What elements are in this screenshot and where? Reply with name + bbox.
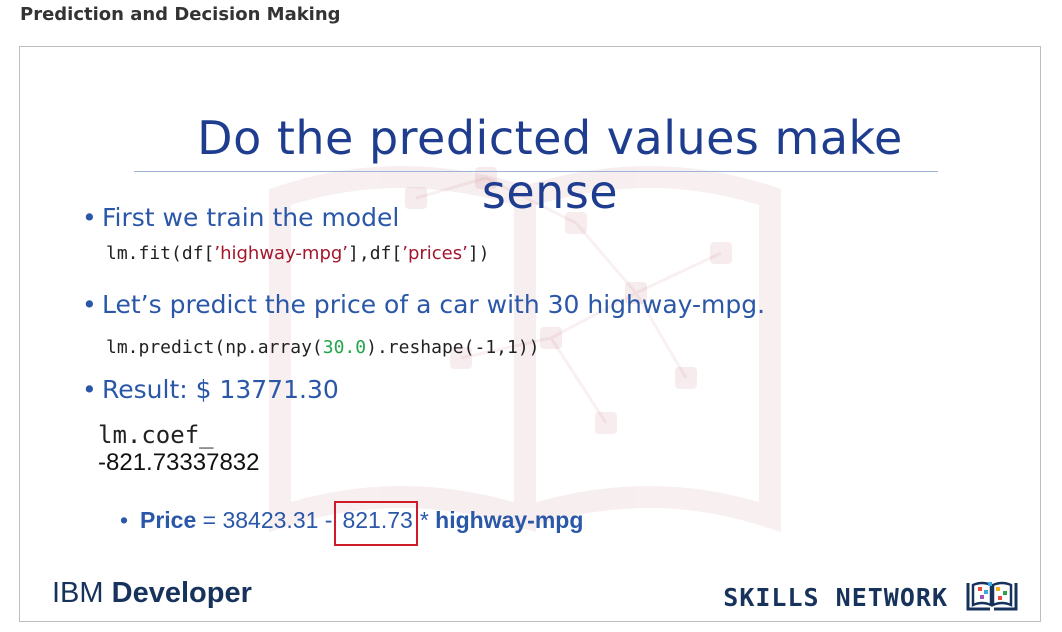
slide-frame: Do the predicted values make sense • Firs…: [19, 46, 1041, 622]
highlighted-coefficient: 821.73: [334, 501, 418, 546]
equation-price-label: Price: [140, 507, 197, 533]
code-fit-arg-highway: ’highway-mpg’: [214, 243, 349, 264]
bullet-text: First we train the model: [102, 203, 400, 232]
equation-times: *: [419, 507, 436, 533]
bullet-predict: • Let’s predict the price of a car with 3…: [82, 290, 765, 319]
ibm-developer-logo: IBM Developer: [52, 577, 252, 610]
bullet-result: • Result: $ 13771.30: [82, 375, 339, 404]
code-fit-prefix: lm.fit(df[: [106, 243, 215, 264]
coef-label: lm.coef_: [98, 421, 214, 449]
bullet-dot-icon: •: [82, 375, 97, 404]
developer-text: Developer: [111, 577, 252, 609]
code-fit-arg-prices: ’prices’: [402, 243, 468, 264]
coef-value: -821.73337832: [98, 449, 260, 476]
ibm-text: IBM: [52, 577, 104, 609]
equation-intercept: = 38423.31 -: [196, 507, 333, 533]
equation-variable: highway-mpg: [435, 507, 584, 533]
title-divider: [134, 171, 938, 172]
bullet-text: Let’s predict the price of a car with 30…: [102, 290, 766, 319]
code-fit-mid: ],df[: [348, 243, 403, 264]
skills-network-logo-icon: [966, 581, 1018, 611]
price-equation: • Price = 38423.31 - 821.73 * highway-mpg: [120, 501, 583, 546]
code-predict-prefix: lm.predict(np.array(: [106, 337, 323, 358]
bullet-dot-icon: •: [120, 507, 129, 533]
bullet-text: Result: $ 13771.30: [102, 375, 339, 404]
code-fit: lm.fit(df[’highway-mpg’],df[’prices’]): [106, 243, 490, 264]
code-predict-suffix: ).reshape(-1,1)): [366, 337, 540, 358]
skills-network-text: SKILLS NETWORK: [723, 583, 948, 612]
code-predict: lm.predict(np.array(30.0).reshape(-1,1)): [106, 337, 540, 358]
code-predict-number: 30.0: [322, 337, 367, 358]
page-heading: Prediction and Decision Making: [20, 4, 341, 25]
bullet-dot-icon: •: [82, 203, 97, 232]
code-fit-suffix: ]): [467, 243, 490, 264]
bullet-train-model: • First we train the model: [82, 203, 399, 232]
bullet-dot-icon: •: [82, 290, 97, 319]
highlighted-coefficient-value: 821.73: [342, 507, 413, 533]
